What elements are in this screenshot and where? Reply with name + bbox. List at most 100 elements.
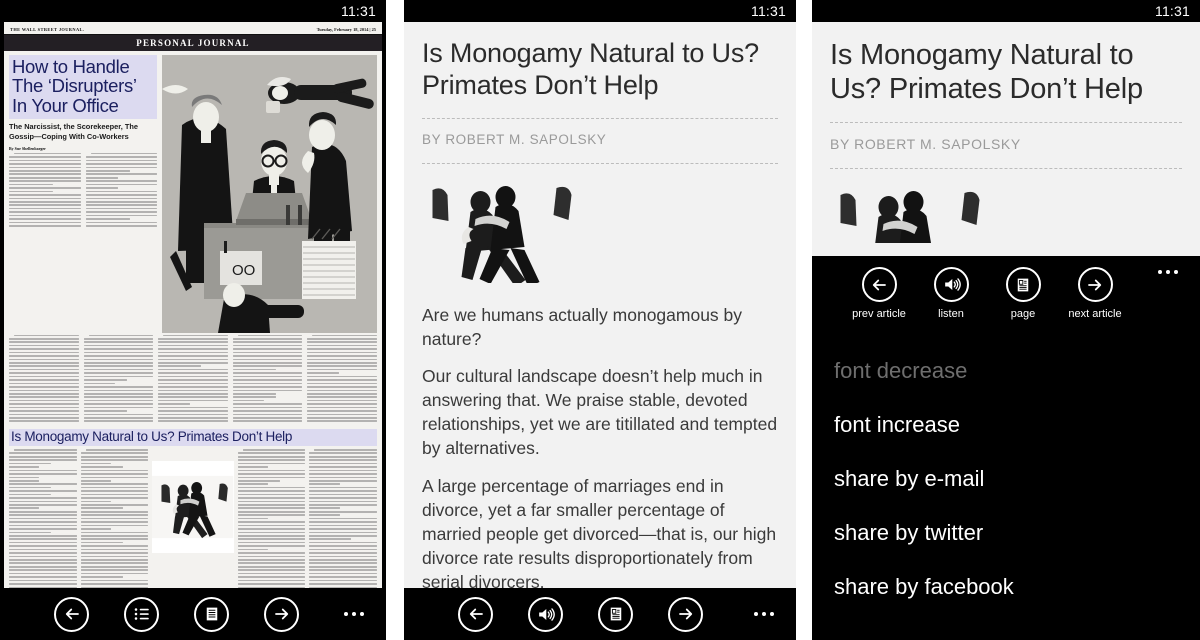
text-line	[9, 569, 77, 571]
text-line	[81, 511, 149, 513]
lead-text-column: How to Handle The ‘Disrupters’ In Your O…	[9, 55, 157, 333]
next-article-button[interactable]: next article	[1076, 267, 1114, 320]
text-line	[309, 490, 377, 492]
text-line	[9, 487, 51, 489]
text-line	[307, 379, 377, 381]
text-line	[9, 393, 79, 395]
prev-article-button[interactable]: prev article	[860, 267, 898, 320]
page-button[interactable]	[194, 597, 229, 632]
text-line	[9, 376, 79, 378]
text-line	[9, 473, 77, 475]
listen-label: listen	[938, 308, 964, 320]
text-line	[238, 535, 306, 537]
text-line	[9, 576, 77, 578]
text-line	[86, 225, 158, 227]
menu-item-share-email[interactable]: share by e-mail	[812, 452, 1200, 506]
menu-item-share-facebook[interactable]: share by facebook	[812, 560, 1200, 614]
text-line	[309, 532, 377, 534]
text-line	[238, 542, 306, 544]
menu-item-share-twitter[interactable]: share by twitter	[812, 506, 1200, 560]
text-line	[9, 403, 79, 405]
text-line	[9, 341, 79, 343]
text-line	[233, 410, 303, 412]
article-content: Is Monogamy Natural to Us? Primates Don’…	[812, 22, 1200, 243]
text-line	[81, 538, 149, 540]
article-title: Is Monogamy Natural to Us? Primates Don’…	[422, 38, 778, 102]
text-line	[309, 583, 377, 585]
page-button[interactable]: page	[1004, 267, 1042, 320]
article-title: Is Monogamy Natural to Us? Primates Don’…	[830, 38, 1182, 106]
text-line	[163, 335, 228, 337]
text-line	[9, 545, 77, 547]
listen-button[interactable]	[528, 597, 563, 632]
page-icon	[203, 605, 221, 623]
newspaper-date: Tuesday, February 18, 2014 | 25	[317, 27, 376, 32]
lead-article[interactable]: How to Handle The ‘Disrupters’ In Your O…	[9, 55, 377, 333]
text-line	[238, 490, 306, 492]
text-line	[158, 390, 228, 392]
menu-item-font-decrease[interactable]: font decrease	[812, 344, 1200, 398]
text-line	[238, 518, 268, 520]
more-icon[interactable]	[344, 612, 364, 616]
text-line	[86, 198, 158, 200]
prev-article-button[interactable]	[458, 597, 493, 632]
contents-button[interactable]	[124, 597, 159, 632]
text-line	[238, 552, 306, 554]
text-line	[238, 525, 306, 527]
text-line	[309, 456, 377, 458]
text-column	[238, 449, 306, 588]
text-line	[238, 507, 306, 509]
text-line	[309, 518, 377, 520]
text-line	[81, 490, 149, 492]
text-line	[158, 393, 228, 395]
text-line	[307, 365, 377, 367]
text-line	[307, 414, 377, 416]
forward-arrow-icon	[273, 605, 291, 623]
text-line	[158, 420, 228, 422]
text-line	[81, 518, 149, 520]
text-line	[84, 390, 154, 392]
text-line	[307, 352, 377, 354]
menu-item-font-increase[interactable]: font increase	[812, 398, 1200, 452]
page-button[interactable]	[598, 597, 633, 632]
text-line	[81, 463, 111, 465]
next-article-label: next article	[1068, 308, 1121, 320]
text-line	[307, 390, 377, 392]
text-line	[9, 191, 53, 193]
text-line	[238, 532, 306, 534]
text-line	[81, 480, 111, 482]
text-line	[9, 420, 79, 422]
section-title: PERSONAL JOURNAL	[4, 35, 382, 51]
status-bar: 11:31	[0, 0, 386, 22]
text-line	[243, 449, 306, 451]
text-line	[309, 552, 377, 554]
second-headline-box[interactable]: Is Monogamy Natural to Us? Primates Don’…	[9, 429, 377, 446]
text-line	[9, 552, 77, 554]
text-line	[158, 348, 228, 350]
more-icon[interactable]	[1158, 270, 1178, 274]
text-line	[9, 518, 77, 520]
more-icon[interactable]	[754, 612, 774, 616]
text-line	[233, 369, 276, 371]
text-line	[9, 549, 77, 551]
text-line	[81, 452, 149, 454]
text-line	[81, 559, 149, 561]
next-article-button[interactable]	[264, 597, 299, 632]
text-line	[86, 187, 118, 189]
next-article-button[interactable]	[668, 597, 703, 632]
text-line	[233, 400, 264, 402]
text-line	[238, 521, 306, 523]
phone-screen-reader: 11:31 Is Monogamy Natural to Us? Primate…	[404, 0, 796, 640]
text-column	[9, 335, 79, 424]
text-line	[81, 562, 149, 564]
text-line	[81, 580, 149, 582]
text-line	[309, 538, 351, 540]
listen-button[interactable]: listen	[932, 267, 970, 320]
text-line	[9, 352, 79, 354]
prev-article-button[interactable]	[54, 597, 89, 632]
newspaper-page[interactable]: THE WALL STREET JOURNAL. Tuesday, Februa…	[4, 22, 382, 588]
text-line	[238, 483, 268, 485]
text-line	[86, 194, 158, 196]
article-reader[interactable]: Is Monogamy Natural to Us? Primates Don’…	[404, 22, 796, 640]
text-line	[81, 576, 123, 578]
